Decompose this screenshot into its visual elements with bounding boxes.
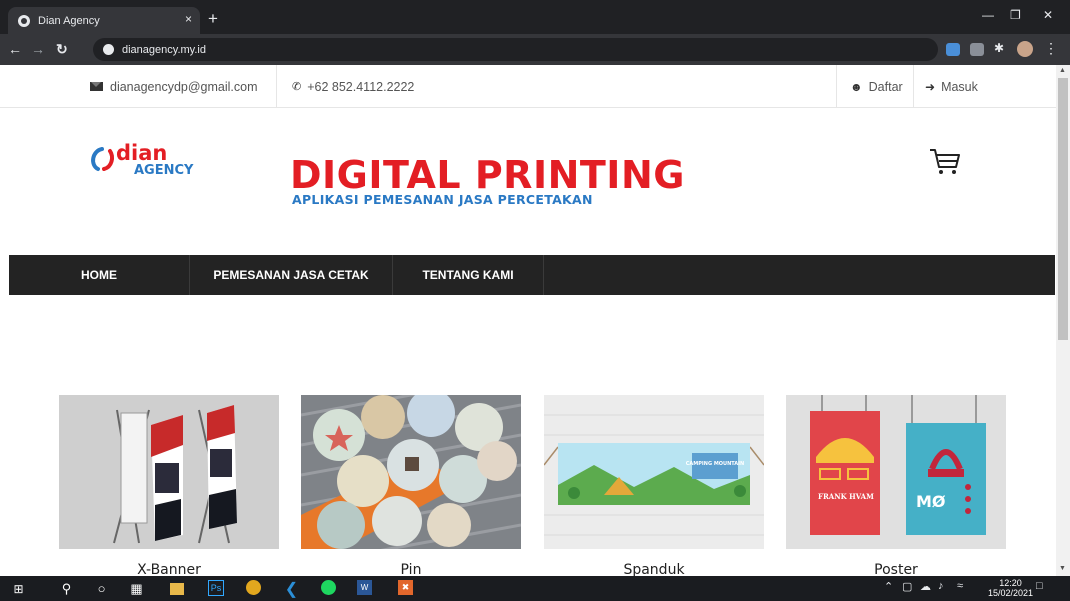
site-info-icon[interactable] [103, 44, 114, 55]
volume-icon[interactable]: ♪ [938, 580, 944, 592]
page-viewport: dianagencydp@gmail.com ✆ +62 852.4112.22… [0, 65, 1056, 576]
product-name[interactable]: Poster [786, 562, 1006, 576]
product-card[interactable]: X-Banner [59, 395, 279, 576]
network-icon[interactable]: ▢ [902, 580, 912, 593]
product-name[interactable]: X-Banner [59, 562, 279, 576]
divider [913, 65, 914, 108]
shopping-cart-icon[interactable] [928, 147, 962, 182]
reload-icon[interactable]: ↻ [56, 41, 68, 58]
clock-time: 12:20 [999, 578, 1022, 588]
phone-icon: ✆ [292, 81, 302, 93]
login-link[interactable]: ➜ Masuk [925, 65, 978, 108]
file-explorer-icon[interactable] [170, 583, 184, 595]
xampp-icon[interactable]: ✖ [398, 580, 413, 595]
chrome-icon[interactable] [246, 580, 261, 595]
logo-agency-text: AGENCY [134, 163, 194, 178]
minimize-icon[interactable]: — [982, 8, 994, 22]
scroll-down-icon[interactable]: ▼ [1059, 565, 1066, 572]
vscode-icon[interactable]: ❮ [283, 580, 300, 598]
phone-text: +62 852.4112.2222 [307, 79, 415, 94]
system-clock[interactable]: 12:20 15/02/2021 [988, 578, 1033, 598]
address-bar[interactable]: dianagency.my.id [93, 38, 938, 61]
url-text: dianagency.my.id [122, 43, 206, 56]
contact-phone: ✆ +62 852.4112.2222 [292, 65, 414, 108]
sign-in-icon: ➜ [925, 79, 936, 94]
product-card[interactable]: FRANK HVAM MØ Poster [786, 395, 1006, 576]
extension-icon[interactable] [970, 43, 984, 56]
logo-swirl-icon: dian AGENCY [91, 141, 194, 178]
onedrive-icon[interactable]: ☁ [920, 580, 931, 593]
register-link[interactable]: ☻ Daftar [850, 65, 903, 108]
product-image[interactable] [301, 395, 521, 549]
page-subtitle: APLIKASI PEMESANAN JASA PERCETAKAN [292, 192, 593, 207]
register-label: Daftar [868, 79, 903, 94]
search-icon[interactable]: ⚲ [58, 580, 75, 597]
cortana-icon[interactable]: ○ [93, 580, 110, 597]
browser-tab-strip: Dian Agency × + — ❐ ✕ [0, 0, 1070, 34]
user-plus-icon: ☻ [850, 79, 863, 94]
tab-close-icon[interactable]: × [185, 12, 192, 26]
restore-icon[interactable]: ❐ [1010, 8, 1021, 22]
divider [276, 65, 277, 108]
os-taskbar: ⊞ ⚲ ○ ▦ Ps ❮ W ✖ ⌃ ▢ ☁ ♪ ≈ 12:20 15/02/2… [0, 576, 1070, 601]
page-title: DIGITAL PRINTING [290, 153, 685, 197]
banner-text: CAMPING MOUNTAIN [686, 461, 744, 467]
product-image[interactable] [59, 395, 279, 549]
task-view-icon[interactable]: ▦ [128, 580, 145, 597]
contact-bar: dianagencydp@gmail.com ✆ +62 852.4112.22… [0, 65, 1056, 108]
email-text: dianagencydp@gmail.com [110, 79, 258, 94]
login-label: Masuk [941, 79, 978, 94]
nav-about-us[interactable]: TENTANG KAMI [393, 255, 544, 295]
word-icon[interactable]: W [357, 580, 372, 595]
wifi-icon[interactable]: ≈ [957, 580, 963, 592]
photoshop-icon[interactable]: Ps [208, 580, 224, 596]
page-scrollbar[interactable]: ▲ ▼ [1056, 65, 1070, 576]
tab-title: Dian Agency [38, 14, 100, 27]
nav-home[interactable]: HOME [9, 255, 190, 295]
product-name[interactable]: Spanduk [544, 562, 764, 576]
scrollbar-thumb[interactable] [1058, 78, 1068, 340]
site-favicon-icon [18, 14, 30, 27]
poster-left-text: FRANK HVAM [818, 492, 874, 501]
poster-right-text: MØ [916, 492, 946, 511]
scroll-up-icon[interactable]: ▲ [1059, 67, 1066, 74]
product-name[interactable]: Pin [301, 562, 521, 576]
product-card[interactable]: Pin [301, 395, 521, 576]
divider [836, 65, 837, 108]
back-icon[interactable]: ← [8, 41, 22, 57]
profile-avatar-icon[interactable] [1017, 41, 1033, 57]
browser-toolbar: ← → ↻ dianagency.my.id ✱ ⋮ [0, 34, 1070, 65]
nav-order-printing[interactable]: PEMESANAN JASA CETAK [190, 255, 393, 295]
extensions-puzzle-icon[interactable]: ✱ [994, 41, 1008, 55]
site-logo[interactable]: dian AGENCY [88, 135, 223, 190]
notification-icon[interactable]: □ [1036, 580, 1043, 592]
extension-translate-icon[interactable] [946, 43, 960, 56]
product-image[interactable]: FRANK HVAM MØ [786, 395, 1006, 549]
spotify-icon[interactable] [321, 580, 336, 595]
browser-tab[interactable]: Dian Agency × [8, 7, 200, 34]
new-tab-icon[interactable]: + [208, 9, 218, 29]
product-card[interactable]: CAMPING MOUNTAIN Spanduk [544, 395, 764, 576]
tray-chevron-icon[interactable]: ⌃ [884, 580, 893, 593]
main-nav: HOME PEMESANAN JASA CETAK TENTANG KAMI [9, 255, 1055, 295]
browser-menu-icon[interactable]: ⋮ [1044, 40, 1058, 57]
product-image[interactable]: CAMPING MOUNTAIN [544, 395, 764, 549]
envelope-icon [90, 82, 103, 91]
contact-email: dianagencydp@gmail.com [90, 65, 258, 108]
logo-dian-text: dian [116, 141, 167, 165]
windows-start-icon[interactable]: ⊞ [10, 580, 27, 597]
window-close-icon[interactable]: ✕ [1043, 8, 1053, 22]
clock-date: 15/02/2021 [988, 588, 1034, 598]
forward-icon[interactable]: → [31, 41, 45, 57]
